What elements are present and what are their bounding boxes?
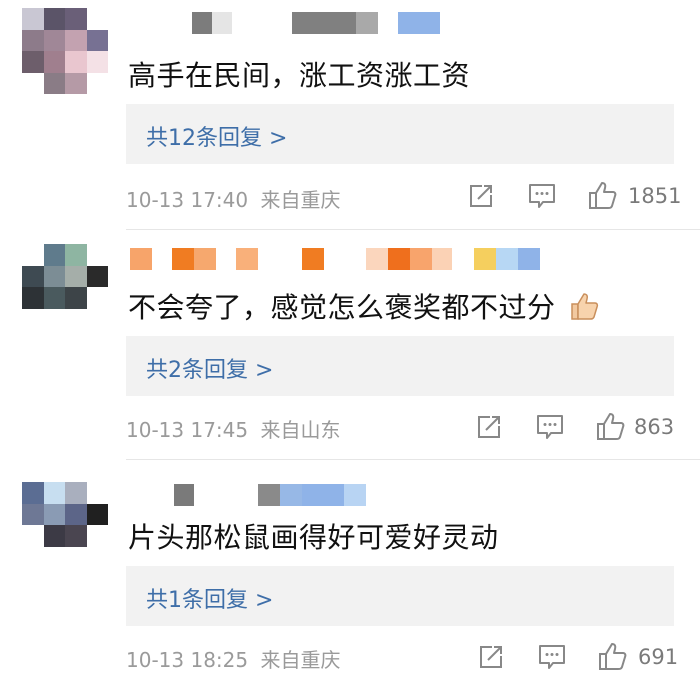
- thumbs-up-icon[interactable]: [598, 641, 628, 675]
- share-icon[interactable]: [478, 644, 504, 674]
- replies-button[interactable]: 共12条回复 >: [126, 104, 674, 164]
- replies-button[interactable]: 共2条回复 >: [126, 336, 674, 396]
- comment-meta: 10-13 17:45 来自山东: [126, 414, 340, 443]
- timestamp: 10-13 17:40: [126, 188, 249, 212]
- username-redacted[interactable]: [130, 12, 440, 34]
- thumbs-up-icon[interactable]: [588, 180, 618, 214]
- share-icon[interactable]: [468, 183, 494, 213]
- location: 来自山东: [260, 418, 341, 442]
- comment-text-content: 不会夸了，感觉怎么褒奖都不过分: [128, 291, 556, 324]
- comment-item: 高手在民间，涨工资涨工资 共12条回复 > 10-13 17:40 来自重庆 1…: [0, 0, 700, 230]
- comment-meta: 10-13 17:40 来自重庆: [126, 184, 340, 213]
- replies-label: 共2条回复 >: [146, 358, 274, 383]
- thumbs-up-emoji-icon: [569, 291, 601, 328]
- comment-meta: 10-13 18:25 来自重庆: [126, 644, 340, 673]
- avatar[interactable]: [22, 8, 108, 94]
- thumbs-up-icon[interactable]: [596, 411, 626, 445]
- comment-item: 不会夸了，感觉怎么褒奖都不过分 共2条回复 > 10-13 17:45 来自山东…: [0, 230, 700, 460]
- location: 来自重庆: [260, 648, 341, 672]
- username-redacted[interactable]: [130, 484, 366, 506]
- replies-label: 共12条回复 >: [146, 126, 288, 151]
- like-count: 691: [638, 645, 679, 669]
- like-count: 863: [634, 415, 675, 439]
- timestamp: 10-13 18:25: [126, 648, 249, 672]
- comment-text: 片头那松鼠画得好可爱好灵动: [128, 521, 499, 554]
- avatar[interactable]: [22, 482, 108, 568]
- comment-icon[interactable]: [538, 644, 566, 674]
- username-redacted[interactable]: [130, 248, 540, 270]
- like-count: 1851: [628, 184, 682, 208]
- location: 来自重庆: [260, 188, 341, 212]
- replies-button[interactable]: 共1条回复 >: [126, 566, 674, 626]
- avatar[interactable]: [22, 244, 108, 330]
- comment-text: 高手在民间，涨工资涨工资: [128, 59, 471, 92]
- comment-icon[interactable]: [536, 414, 564, 444]
- replies-label: 共1条回复 >: [146, 588, 274, 613]
- comment-item: 片头那松鼠画得好可爱好灵动 共1条回复 > 10-13 18:25 来自重庆 6…: [0, 460, 700, 678]
- comment-text: 不会夸了，感觉怎么褒奖都不过分: [128, 286, 601, 328]
- timestamp: 10-13 17:45: [126, 418, 249, 442]
- comment-icon[interactable]: [528, 183, 556, 213]
- share-icon[interactable]: [476, 414, 502, 444]
